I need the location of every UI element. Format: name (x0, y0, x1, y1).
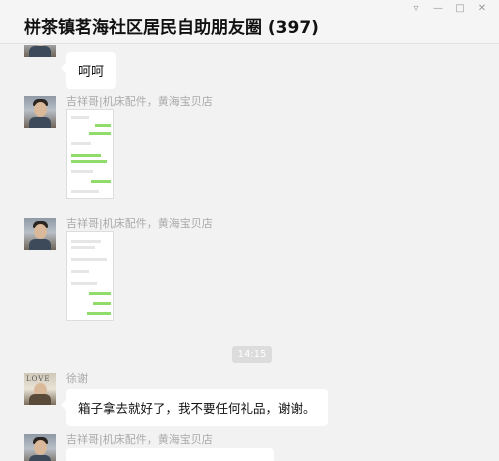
chat-message-list[interactable]: 呵呵 吉祥哥|机床配件，黄海宝贝店 吉祥哥|机床配件，黄海宝贝店 14:15 L… (0, 45, 499, 461)
sender-name: 吉祥哥|机床配件，黄海宝贝店 (66, 95, 213, 108)
message-bubble[interactable]: 箱子拿去就好了，我不要任何礼品，谢谢。 (61, 389, 328, 426)
avatar[interactable] (24, 218, 56, 250)
chat-screenshot-image[interactable] (66, 231, 114, 321)
sender-name: 吉祥哥|机床配件，黄海宝贝店 (66, 433, 213, 446)
message-bubble[interactable] (66, 448, 274, 461)
sender-name: 徐谢 (66, 372, 88, 385)
chat-screenshot-image[interactable] (66, 109, 114, 199)
minimize-icon[interactable]: — (427, 0, 449, 16)
window-controls: ▿ — □ ✕ (405, 0, 493, 16)
avatar[interactable] (24, 434, 56, 461)
message-bubble[interactable]: 呵呵 (60, 52, 117, 89)
pin-icon[interactable]: ▿ (405, 0, 427, 16)
close-icon[interactable]: ✕ (471, 0, 493, 16)
sender-name: 吉祥哥|机床配件，黄海宝贝店 (66, 217, 213, 230)
timestamp: 14:15 (232, 346, 272, 363)
maximize-icon[interactable]: □ (449, 0, 471, 16)
chat-title: 栟茶镇茗海社区居民自助朋友圈 (397) (24, 18, 319, 38)
avatar[interactable]: LOVE (24, 373, 56, 405)
window-titlebar: 栟茶镇茗海社区居民自助朋友圈 (397) ▿ — □ ✕ (0, 0, 499, 44)
avatar[interactable] (24, 45, 56, 57)
avatar[interactable] (24, 96, 56, 128)
